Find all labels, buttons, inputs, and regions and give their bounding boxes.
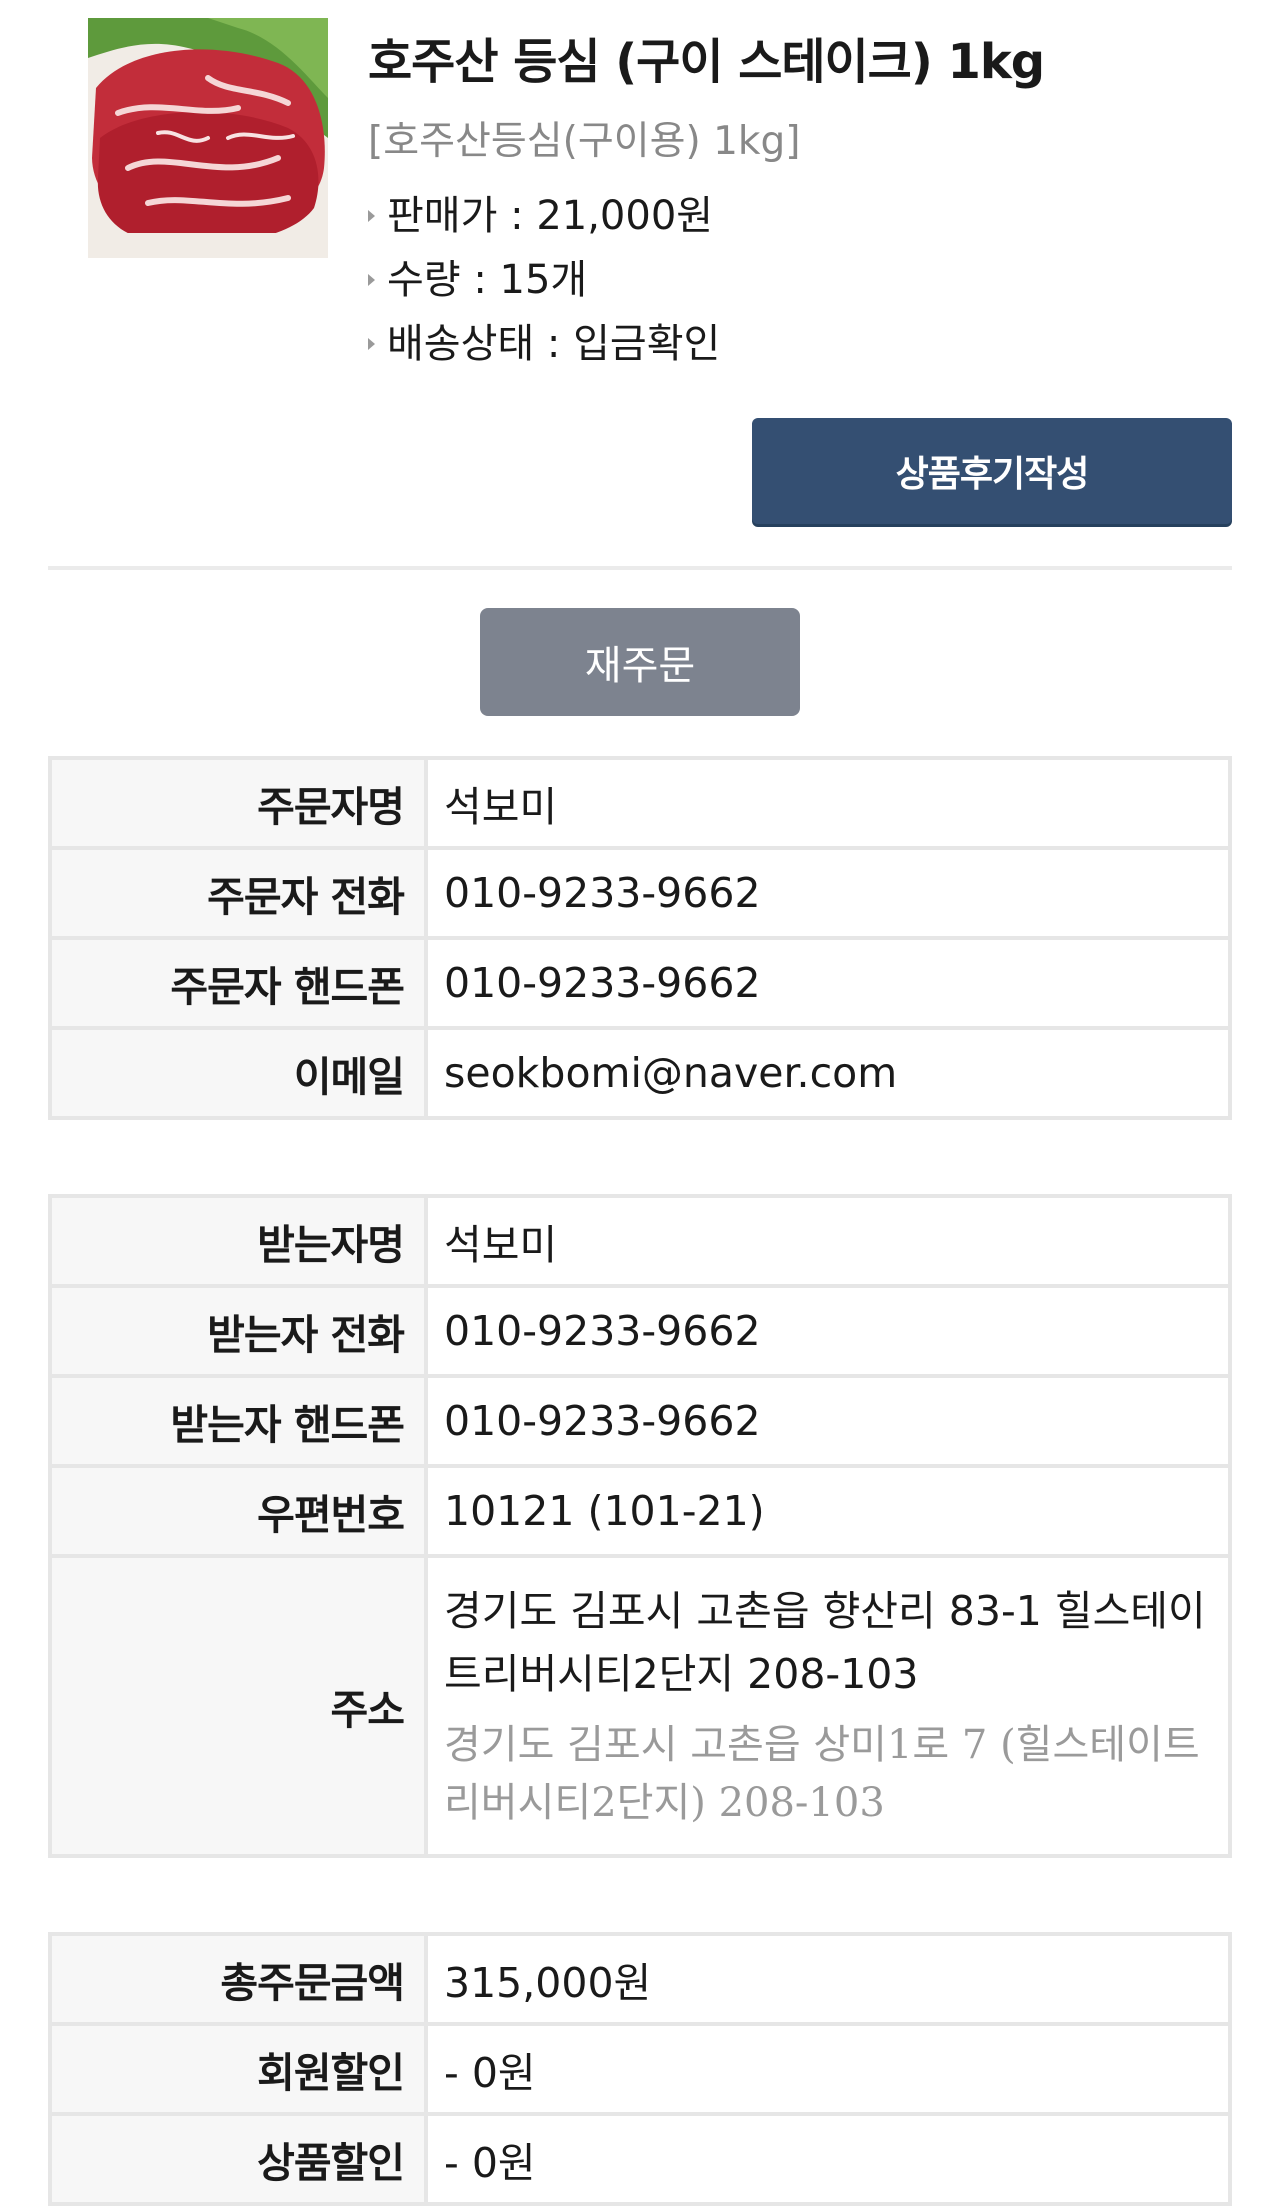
receiver-mobile-label: 받는자 핸드폰 bbox=[48, 1374, 428, 1468]
product-thumbnail[interactable] bbox=[88, 18, 328, 258]
table-row: 받는자 전화 010-9233-9662 bbox=[48, 1284, 1232, 1378]
address-label: 주소 bbox=[48, 1554, 428, 1858]
quantity-label: 수량 bbox=[387, 257, 461, 303]
beef-steak-image bbox=[88, 18, 328, 258]
table-row: 주문자명 석보미 bbox=[48, 756, 1232, 850]
member-discount-value: - 0원 bbox=[424, 2022, 1232, 2116]
table-row: 상품할인 - 0원 bbox=[48, 2112, 1232, 2206]
product-name[interactable]: 호주산 등심 (구이 스테이크) 1kg bbox=[368, 22, 1045, 92]
address-lot-number: 경기도 김포시 고촌읍 향산리 83-1 힐스테이트리버시티2단지 208-10… bbox=[444, 1587, 1206, 1698]
quantity-value: 15개 bbox=[499, 257, 588, 303]
receiver-name-label: 받는자명 bbox=[48, 1194, 428, 1288]
orderer-phone-value: 010-9233-9662 bbox=[424, 846, 1232, 940]
orderer-mobile-value: 010-9233-9662 bbox=[424, 936, 1232, 1030]
bullet-icon bbox=[368, 338, 375, 350]
product-info-list: 판매가 : 21,000원 수량 : 15개 배송상태 : 입금확인 bbox=[368, 184, 720, 376]
orderer-phone-label: 주문자 전화 bbox=[48, 846, 428, 940]
delivery-status-row: 배송상태 : 입금확인 bbox=[368, 312, 720, 376]
table-row: 총주문금액 315,000원 bbox=[48, 1932, 1232, 2026]
table-row: 회원할인 - 0원 bbox=[48, 2022, 1232, 2116]
receiver-mobile-value: 010-9233-9662 bbox=[424, 1374, 1232, 1468]
delivery-status-label: 배송상태 bbox=[387, 321, 535, 367]
member-discount-label: 회원할인 bbox=[48, 2022, 428, 2116]
zipcode-value: 10121 (101-21) bbox=[424, 1464, 1232, 1558]
payment-info-table: 총주문금액 315,000원 회원할인 - 0원 상품할인 - 0원 bbox=[48, 1932, 1232, 2206]
table-row: 받는자 핸드폰 010-9233-9662 bbox=[48, 1374, 1232, 1468]
product-discount-value: - 0원 bbox=[424, 2112, 1232, 2206]
reorder-button[interactable]: 재주문 bbox=[480, 608, 800, 716]
table-row: 받는자명 석보미 bbox=[48, 1194, 1232, 1288]
receiver-info-table: 받는자명 석보미 받는자 전화 010-9233-9662 받는자 핸드폰 01… bbox=[48, 1194, 1232, 1858]
address-road-name: 경기도 김포시 고촌읍 상미1로 7 (힐스테이트리버시티2단지) 208-10… bbox=[444, 1722, 1200, 1826]
orderer-email-label: 이메일 bbox=[48, 1026, 428, 1120]
product-discount-label: 상품할인 bbox=[48, 2112, 428, 2206]
receiver-name-value: 석보미 bbox=[424, 1194, 1232, 1288]
table-row: 이메일 seokbomi@naver.com bbox=[48, 1026, 1232, 1120]
orderer-mobile-label: 주문자 핸드폰 bbox=[48, 936, 428, 1030]
section-divider bbox=[48, 566, 1232, 570]
price-label: 판매가 bbox=[387, 193, 498, 239]
bullet-icon bbox=[368, 274, 375, 286]
total-order-amount-label: 총주문금액 bbox=[48, 1932, 428, 2026]
price-row: 판매가 : 21,000원 bbox=[368, 184, 720, 248]
total-order-amount-value: 315,000원 bbox=[424, 1932, 1232, 2026]
address-cell: 경기도 김포시 고촌읍 향산리 83-1 힐스테이트리버시티2단지 208-10… bbox=[424, 1554, 1232, 1858]
table-row: 우편번호 10121 (101-21) bbox=[48, 1464, 1232, 1558]
table-row: 주문자 전화 010-9233-9662 bbox=[48, 846, 1232, 940]
orderer-email-value: seokbomi@naver.com bbox=[424, 1026, 1232, 1120]
orderer-info-table: 주문자명 석보미 주문자 전화 010-9233-9662 주문자 핸드폰 01… bbox=[48, 756, 1232, 1120]
order-product-card: 호주산 등심 (구이 스테이크) 1kg [호주산등심(구이용) 1kg] 판매… bbox=[88, 18, 1232, 378]
delivery-status-value: 입금확인 bbox=[573, 321, 721, 367]
table-row: 주소 경기도 김포시 고촌읍 향산리 83-1 힐스테이트리버시티2단지 208… bbox=[48, 1554, 1232, 1858]
receiver-phone-label: 받는자 전화 bbox=[48, 1284, 428, 1378]
product-option: [호주산등심(구이용) 1kg] bbox=[368, 119, 801, 164]
orderer-name-value: 석보미 bbox=[424, 756, 1232, 850]
orderer-name-label: 주문자명 bbox=[48, 756, 428, 850]
price-value: 21,000원 bbox=[536, 193, 714, 239]
write-review-button[interactable]: 상품후기작성 bbox=[752, 418, 1232, 524]
quantity-row: 수량 : 15개 bbox=[368, 248, 720, 312]
zipcode-label: 우편번호 bbox=[48, 1464, 428, 1558]
bullet-icon bbox=[368, 210, 375, 222]
receiver-phone-value: 010-9233-9662 bbox=[424, 1284, 1232, 1378]
table-row: 주문자 핸드폰 010-9233-9662 bbox=[48, 936, 1232, 1030]
